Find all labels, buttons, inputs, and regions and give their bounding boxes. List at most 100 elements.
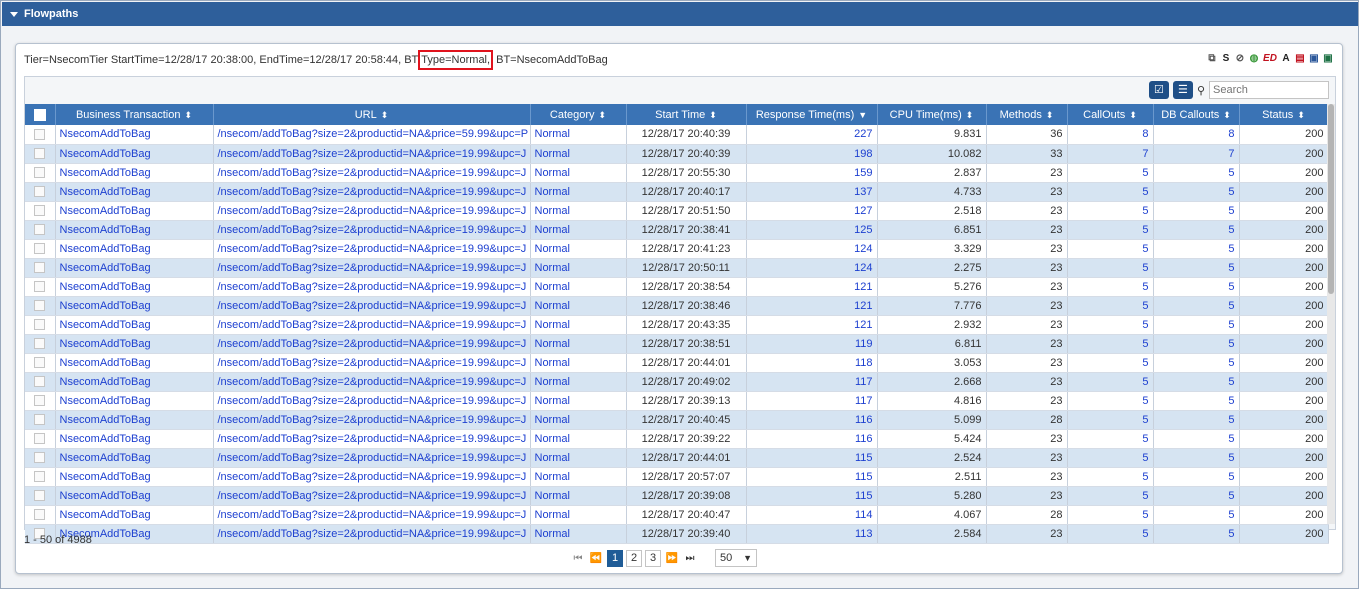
cell-response-time[interactable]: 124 [746,239,878,259]
cell-db-callouts[interactable]: 5 [1153,220,1240,240]
cell-callouts[interactable]: 5 [1067,391,1154,411]
row-checkbox[interactable] [34,490,46,502]
cell-url[interactable]: /nsecom/addToBag?size=2&productid=NA&pri… [213,296,531,316]
column-header-methods[interactable]: Methods ⬍ [986,104,1068,125]
cell-callouts[interactable]: 5 [1067,258,1154,278]
cell-callouts[interactable]: 5 [1067,315,1154,335]
cell-business-transaction[interactable]: NsecomAddToBag [55,125,214,145]
row-checkbox[interactable] [34,262,46,274]
row-checkbox[interactable] [34,128,46,140]
table-row[interactable]: NsecomAddToBag/nsecom/addToBag?size=2&pr… [25,410,1329,430]
cell-url[interactable]: /nsecom/addToBag?size=2&productid=NA&pri… [213,505,531,525]
vertical-scrollbar[interactable] [1327,104,1335,524]
cell-db-callouts[interactable]: 5 [1153,201,1240,221]
cell-response-time[interactable]: 121 [746,315,878,335]
cell-response-time[interactable]: 127 [746,201,878,221]
cell-business-transaction[interactable]: NsecomAddToBag [55,258,214,278]
row-checkbox[interactable] [34,433,46,445]
column-header-category[interactable]: Category ⬍ [530,104,627,125]
pdf-icon[interactable]: ▤ [1294,53,1306,65]
cell-business-transaction[interactable]: NsecomAddToBag [55,486,214,506]
cell-business-transaction[interactable]: NsecomAddToBag [55,448,214,468]
row-checkbox[interactable] [34,243,46,255]
table-row[interactable]: NsecomAddToBag/nsecom/addToBag?size=2&pr… [25,372,1329,392]
cell-business-transaction[interactable]: NsecomAddToBag [55,239,214,259]
cell-url[interactable]: /nsecom/addToBag?size=2&productid=NA&pri… [213,524,531,544]
cell-category[interactable]: Normal [530,182,627,202]
select-all-header[interactable] [25,104,56,125]
cell-category[interactable]: Normal [530,410,627,430]
green-refresh-icon[interactable]: ◍ [1248,53,1260,65]
cell-url[interactable]: /nsecom/addToBag?size=2&productid=NA&pri… [213,239,531,259]
cell-url[interactable]: /nsecom/addToBag?size=2&productid=NA&pri… [213,353,531,373]
cell-db-callouts[interactable]: 5 [1153,163,1240,183]
cell-callouts[interactable]: 7 [1067,144,1154,164]
row-checkbox[interactable] [34,471,46,483]
cell-url[interactable]: /nsecom/addToBag?size=2&productid=NA&pri… [213,372,531,392]
cell-callouts[interactable]: 5 [1067,486,1154,506]
cell-url[interactable]: /nsecom/addToBag?size=2&productid=NA&pri… [213,429,531,449]
font-icon[interactable]: A [1280,53,1292,65]
cell-url[interactable]: /nsecom/addToBag?size=2&productid=NA&pri… [213,182,531,202]
cell-response-time[interactable]: 116 [746,429,878,449]
row-checkbox[interactable] [34,281,46,293]
row-checkbox[interactable] [34,148,46,160]
row-checkbox[interactable] [34,357,46,369]
cell-business-transaction[interactable]: NsecomAddToBag [55,296,214,316]
copy-icon[interactable]: ⧉ [1206,53,1218,65]
cell-db-callouts[interactable]: 5 [1153,467,1240,487]
cell-url[interactable]: /nsecom/addToBag?size=2&productid=NA&pri… [213,391,531,411]
cell-db-callouts[interactable]: 5 [1153,315,1240,335]
cell-response-time[interactable]: 125 [746,220,878,240]
cell-category[interactable]: Normal [530,429,627,449]
cell-category[interactable]: Normal [530,315,627,335]
cell-business-transaction[interactable]: NsecomAddToBag [55,144,214,164]
cell-category[interactable]: Normal [530,220,627,240]
table-row[interactable]: NsecomAddToBag/nsecom/addToBag?size=2&pr… [25,201,1329,221]
cell-db-callouts[interactable]: 5 [1153,353,1240,373]
flowpaths-titlebar[interactable]: Flowpaths [2,2,1358,26]
cell-callouts[interactable]: 5 [1067,296,1154,316]
cell-category[interactable]: Normal [530,163,627,183]
column-header-url[interactable]: URL ⬍ [213,104,531,125]
cell-db-callouts[interactable]: 5 [1153,524,1240,544]
cell-response-time[interactable]: 121 [746,277,878,297]
table-row[interactable]: NsecomAddToBag/nsecom/addToBag?size=2&pr… [25,163,1329,183]
cell-business-transaction[interactable]: NsecomAddToBag [55,163,214,183]
page-size-select[interactable]: 50 ▼ [715,549,757,567]
cell-callouts[interactable]: 5 [1067,220,1154,240]
cell-url[interactable]: /nsecom/addToBag?size=2&productid=NA&pri… [213,201,531,221]
prev-page-icon[interactable]: ⏪ [589,553,603,564]
cell-response-time[interactable]: 115 [746,486,878,506]
page-number-3[interactable]: 3 [645,549,661,567]
cell-business-transaction[interactable]: NsecomAddToBag [55,505,214,525]
column-header-db-callouts[interactable]: DB Callouts ⬍ [1153,104,1240,125]
cell-url[interactable]: /nsecom/addToBag?size=2&productid=NA&pri… [213,220,531,240]
cell-category[interactable]: Normal [530,467,627,487]
row-checkbox[interactable] [34,395,46,407]
row-checkbox[interactable] [34,414,46,426]
scrollbar-thumb[interactable] [1328,104,1334,294]
page-number-2[interactable]: 2 [626,549,642,567]
cell-db-callouts[interactable]: 5 [1153,296,1240,316]
table-row[interactable]: NsecomAddToBag/nsecom/addToBag?size=2&pr… [25,239,1329,259]
cell-category[interactable]: Normal [530,524,627,544]
cell-business-transaction[interactable]: NsecomAddToBag [55,277,214,297]
search-input[interactable] [1209,81,1329,99]
cell-callouts[interactable]: 5 [1067,182,1154,202]
word-icon[interactable]: ▣ [1308,53,1320,65]
cell-db-callouts[interactable]: 5 [1153,258,1240,278]
cell-business-transaction[interactable]: NsecomAddToBag [55,372,214,392]
cell-db-callouts[interactable]: 8 [1153,125,1240,145]
table-row[interactable]: NsecomAddToBag/nsecom/addToBag?size=2&pr… [25,296,1329,316]
column-header-response-time[interactable]: Response Time(ms) ▼ [746,104,878,125]
cell-url[interactable]: /nsecom/addToBag?size=2&productid=NA&pri… [213,258,531,278]
table-row[interactable]: NsecomAddToBag/nsecom/addToBag?size=2&pr… [25,144,1329,164]
cell-category[interactable]: Normal [530,505,627,525]
cell-callouts[interactable]: 5 [1067,201,1154,221]
cell-category[interactable]: Normal [530,334,627,354]
row-checkbox[interactable] [34,452,46,464]
cell-db-callouts[interactable]: 5 [1153,239,1240,259]
cell-business-transaction[interactable]: NsecomAddToBag [55,334,214,354]
table-row[interactable]: NsecomAddToBag/nsecom/addToBag?size=2&pr… [25,486,1329,506]
